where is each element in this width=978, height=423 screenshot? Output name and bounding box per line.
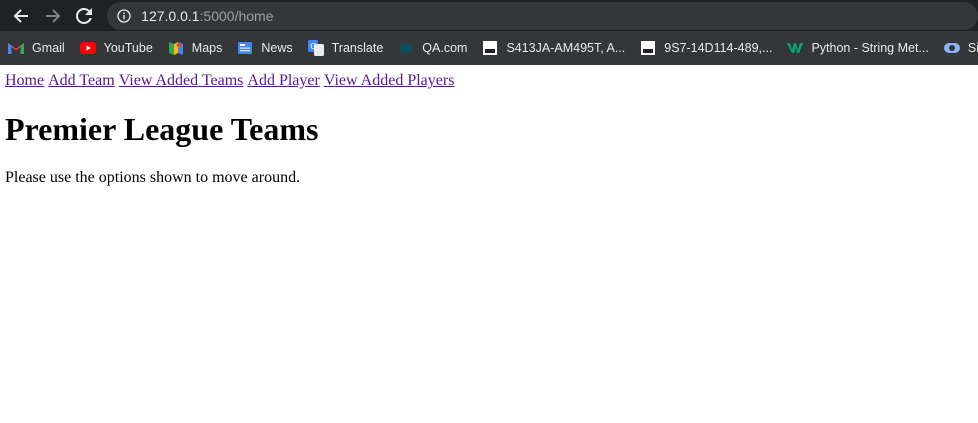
bookmark-label: S413JA-AM495T, A... bbox=[506, 41, 626, 55]
qa-icon bbox=[398, 40, 414, 56]
bookmark-qa[interactable]: QA.com bbox=[398, 40, 467, 56]
bookmark-label: News bbox=[261, 41, 293, 55]
bookmark-label: Maps bbox=[191, 41, 223, 55]
back-arrow-icon bbox=[13, 8, 28, 23]
w3-icon bbox=[787, 40, 804, 56]
nav-link-view-players[interactable]: View Added Players bbox=[324, 72, 455, 89]
reload-icon bbox=[76, 7, 93, 24]
bookmark-label: QA.com bbox=[422, 41, 468, 55]
nav-link-add-team[interactable]: Add Team bbox=[48, 72, 115, 89]
info-icon[interactable] bbox=[117, 8, 131, 23]
bookmark-label: Python - String Met... bbox=[811, 41, 929, 55]
bookmark-youtube[interactable]: YouTube bbox=[79, 40, 153, 56]
youtube-icon bbox=[79, 40, 96, 56]
bookmarks-bar: Gmail YouTube Maps News G Translate QA.c… bbox=[0, 31, 978, 65]
bookmark-label: 9S7-14D114-489,... bbox=[664, 41, 773, 55]
url-host: 127.0.0.1 bbox=[141, 7, 200, 24]
signin-icon bbox=[943, 40, 960, 56]
forward-arrow-icon bbox=[45, 8, 60, 23]
browser-chrome: 127.0.0.1:5000/home Gmail YouTube Maps … bbox=[0, 0, 978, 65]
maps-icon bbox=[168, 40, 184, 56]
forward-button[interactable] bbox=[40, 3, 66, 29]
bookmark-label: Gmail bbox=[32, 41, 65, 55]
bookmark-gmail[interactable]: Gmail bbox=[8, 40, 65, 56]
bookmark-maps[interactable]: Maps bbox=[168, 40, 223, 56]
address-bar[interactable]: 127.0.0.1:5000/home bbox=[107, 1, 978, 30]
bookmark-news[interactable]: News bbox=[237, 40, 293, 56]
bookmark-translate[interactable]: G Translate bbox=[307, 40, 384, 56]
url-path: :5000/home bbox=[199, 7, 274, 24]
nav-link-home[interactable]: Home bbox=[5, 72, 44, 89]
reload-button[interactable] bbox=[71, 3, 97, 29]
site-nav: Home Add Team View Added Teams Add Playe… bbox=[5, 72, 973, 90]
gmail-icon bbox=[8, 40, 24, 56]
bookmark-box-2[interactable]: 9S7-14D114-489,... bbox=[640, 40, 772, 56]
page-content: Home Add Team View Added Teams Add Playe… bbox=[0, 65, 978, 187]
bookmark-signin[interactable]: Sign in bbox=[943, 40, 978, 56]
bookmark-label: Translate bbox=[331, 41, 384, 55]
browser-toolbar: 127.0.0.1:5000/home bbox=[0, 0, 978, 31]
intro-text: Please use the options shown to move aro… bbox=[5, 169, 301, 186]
bookmark-python-string[interactable]: Python - String Met... bbox=[787, 40, 929, 56]
nav-link-add-player[interactable]: Add Player bbox=[247, 72, 319, 89]
bookmark-label: YouTube bbox=[103, 41, 153, 55]
nav-link-view-teams[interactable]: View Added Teams bbox=[119, 72, 244, 89]
bookmark-label: Sign in bbox=[967, 41, 978, 55]
page-title: Premier League Teams bbox=[5, 111, 319, 147]
news-icon bbox=[237, 40, 253, 56]
translate-icon: G bbox=[307, 40, 324, 56]
box-icon bbox=[640, 40, 656, 56]
bookmark-box-1[interactable]: S413JA-AM495T, A... bbox=[482, 40, 625, 56]
svg-text:G: G bbox=[310, 42, 316, 51]
box-icon bbox=[482, 40, 498, 56]
back-button[interactable] bbox=[8, 3, 34, 29]
